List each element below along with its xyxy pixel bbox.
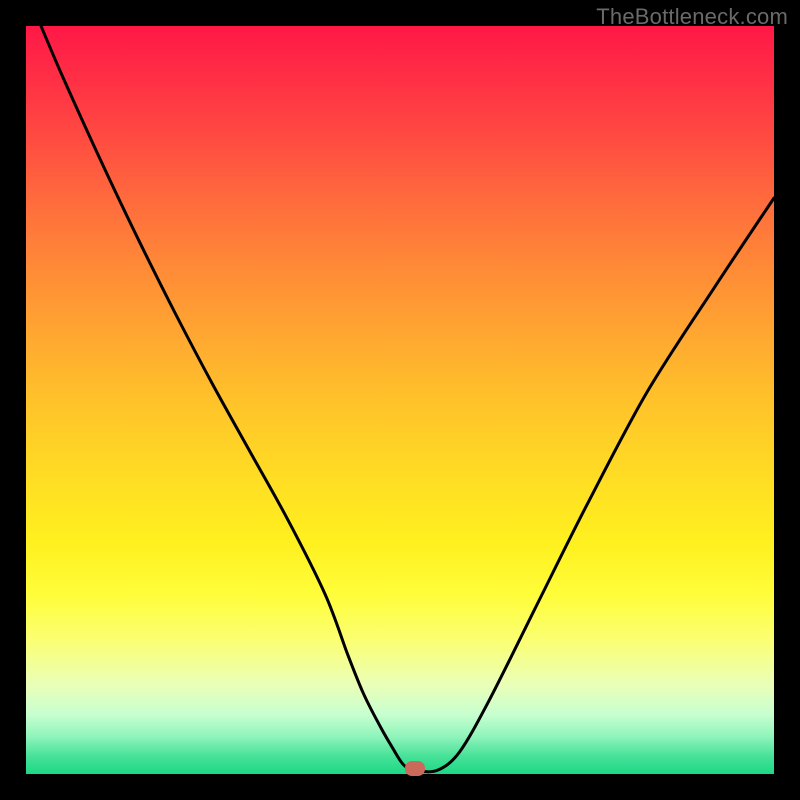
chart-frame: TheBottleneck.com [0,0,800,800]
chart-plot-area [26,26,774,774]
optimal-marker [405,761,425,776]
bottleneck-curve [26,26,774,774]
watermark-text: TheBottleneck.com [596,4,788,30]
